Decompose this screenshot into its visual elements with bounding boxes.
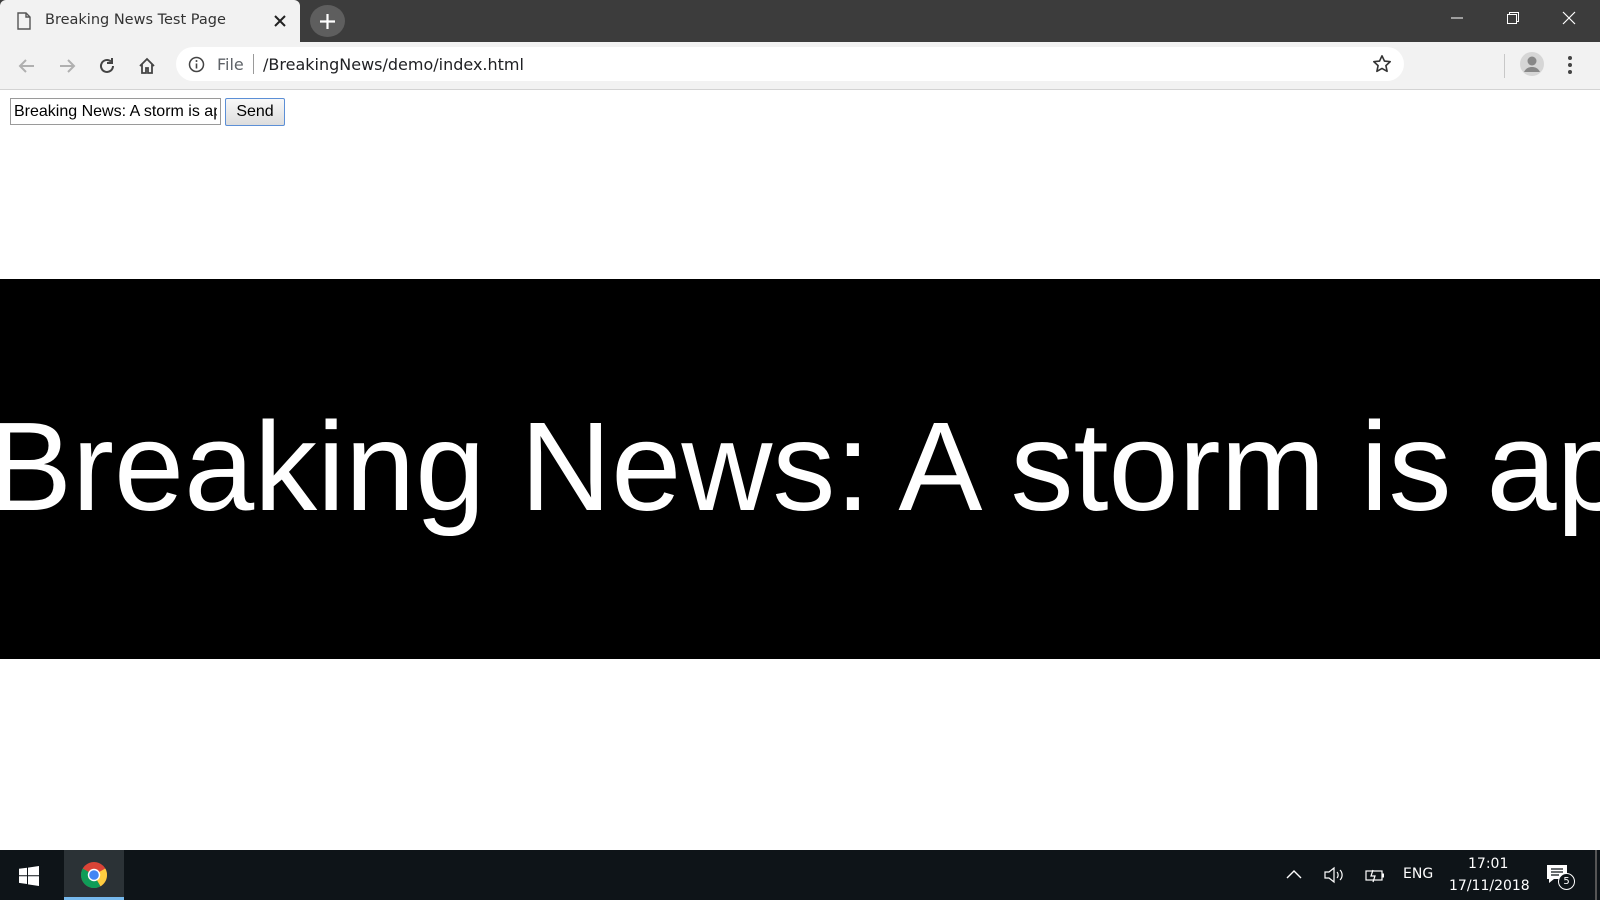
send-button[interactable]: Send	[225, 98, 285, 126]
news-text-input[interactable]	[10, 98, 221, 125]
reload-icon	[100, 58, 114, 73]
scheme-label: File	[217, 55, 244, 74]
bookmark-star-icon[interactable]	[1372, 54, 1392, 74]
volume-icon[interactable]	[1323, 866, 1347, 884]
address-separator	[253, 54, 254, 74]
restore-icon	[1507, 12, 1519, 24]
page-content: Send Breaking News: A storm is approachi…	[0, 90, 1600, 850]
restore-button[interactable]	[1486, 0, 1542, 36]
url-text[interactable]: /BreakingNews/demo/index.html	[263, 55, 524, 74]
minimize-button[interactable]	[1430, 0, 1486, 36]
chrome-taskbar-button[interactable]	[64, 850, 124, 900]
plus-icon	[320, 14, 335, 29]
toolbar-divider	[1504, 54, 1505, 78]
notification-count-badge: 5	[1558, 873, 1575, 890]
taskbar: ENG 17:01 17/11/2018 5	[0, 850, 1600, 900]
clock-date[interactable]: 17/11/2018	[1449, 878, 1530, 894]
windows-start-icon[interactable]	[19, 866, 39, 886]
tab-title: Breaking News Test Page	[45, 12, 226, 28]
language-indicator[interactable]: ENG	[1403, 866, 1433, 882]
show-desktop-button[interactable]	[1595, 850, 1597, 900]
profile-avatar-icon[interactable]	[1519, 51, 1545, 77]
page-icon	[17, 12, 31, 30]
banner-text: Breaking News: A storm is approaching	[0, 396, 1600, 537]
close-icon	[1562, 11, 1576, 25]
minimize-icon	[1451, 17, 1463, 19]
home-icon	[139, 57, 155, 74]
forward-button[interactable]	[53, 52, 81, 80]
breaking-news-banner: Breaking News: A storm is approaching	[0, 279, 1600, 659]
close-tab-icon[interactable]	[272, 13, 288, 29]
title-bar: Breaking News Test Page	[0, 0, 1600, 42]
chevron-up-icon[interactable]	[1285, 866, 1303, 884]
browser-toolbar: File /BreakingNews/demo/index.html	[0, 42, 1600, 90]
arrow-right-icon	[60, 59, 76, 73]
arrow-left-icon	[18, 59, 34, 73]
new-tab-button[interactable]	[310, 5, 345, 37]
clock-time[interactable]: 17:01	[1468, 856, 1508, 872]
menu-kebab-icon[interactable]	[1562, 52, 1578, 78]
home-button[interactable]	[133, 52, 161, 80]
battery-charging-icon[interactable]	[1364, 866, 1386, 884]
action-center-button[interactable]: 5	[1546, 864, 1576, 892]
close-window-button[interactable]	[1542, 0, 1598, 36]
chrome-icon	[80, 862, 108, 889]
reload-button[interactable]	[93, 52, 121, 80]
info-icon[interactable]	[188, 56, 205, 73]
back-button[interactable]	[13, 52, 41, 80]
tab-breaking-news[interactable]: Breaking News Test Page	[0, 0, 300, 42]
address-bar[interactable]: File /BreakingNews/demo/index.html	[176, 47, 1404, 81]
